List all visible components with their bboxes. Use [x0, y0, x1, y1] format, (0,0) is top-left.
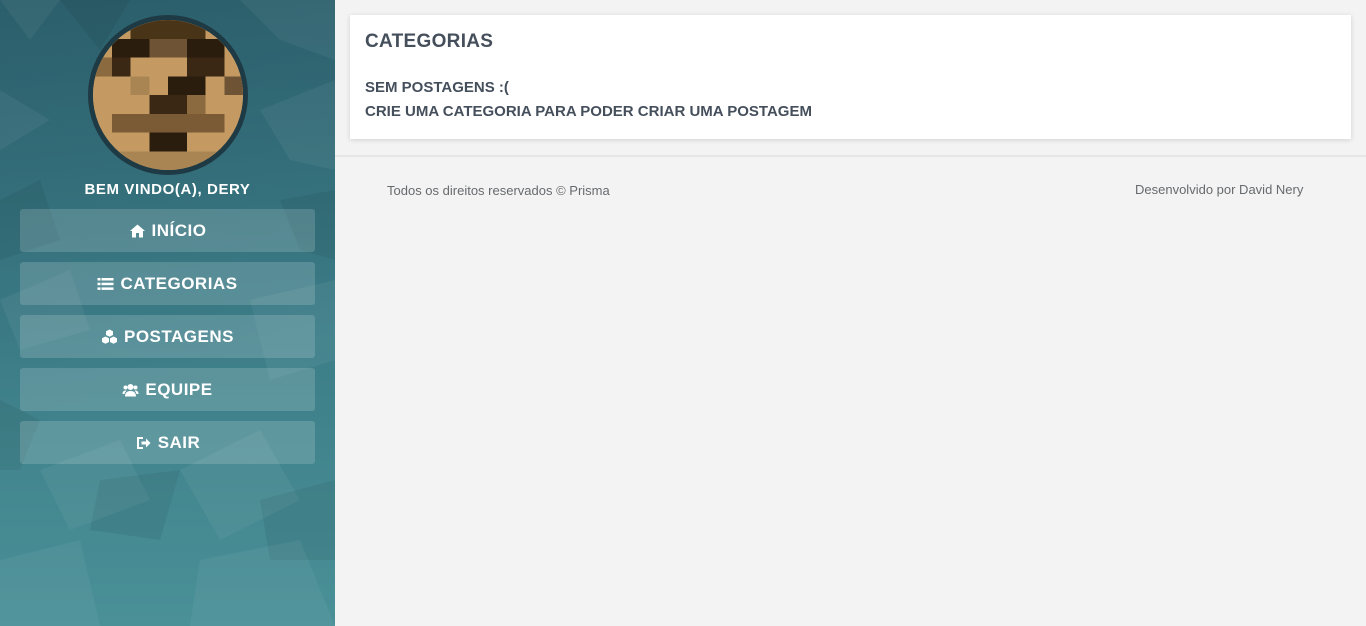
nav-inicio-label: INÍCIO	[151, 220, 207, 240]
users-icon	[122, 382, 139, 398]
sign-out-icon	[135, 435, 152, 451]
sidebar: BEM VINDO(A), DERY INÍCIO CATEGORIAS POS…	[0, 0, 335, 626]
nav-inicio-button[interactable]: INÍCIO	[20, 209, 315, 252]
categories-panel: CATEGORIAS SEM POSTAGENS :( CRIE UMA CAT…	[350, 15, 1351, 139]
nav-postagens-label: POSTAGENS	[124, 326, 234, 346]
cubes-icon	[101, 329, 118, 345]
nav-equipe-button[interactable]: EQUIPE	[20, 368, 315, 411]
empty-hint: CRIE UMA CATEGORIA PARA PODER CRIAR UMA …	[365, 103, 812, 120]
footer-credits: Desenvolvido por David Nery	[1135, 182, 1304, 197]
avatar	[88, 15, 248, 175]
page-title: CATEGORIAS	[365, 31, 494, 52]
list-icon	[97, 276, 114, 292]
nav-equipe-label: EQUIPE	[145, 379, 213, 399]
nav-categorias-label: CATEGORIAS	[120, 273, 238, 293]
nav-postagens-button[interactable]: POSTAGENS	[20, 315, 315, 358]
home-icon	[129, 223, 146, 239]
empty-message: SEM POSTAGENS :(	[365, 79, 509, 96]
nav-sair-label: SAIR	[157, 432, 201, 452]
welcome-message: BEM VINDO(A), DERY	[84, 181, 251, 198]
footer-divider	[335, 155, 1366, 157]
nav-categorias-button[interactable]: CATEGORIAS	[20, 262, 315, 305]
footer-copyright: Todos os direitos reservados © Prisma	[387, 183, 610, 198]
nav-sair-button[interactable]: SAIR	[20, 421, 315, 464]
